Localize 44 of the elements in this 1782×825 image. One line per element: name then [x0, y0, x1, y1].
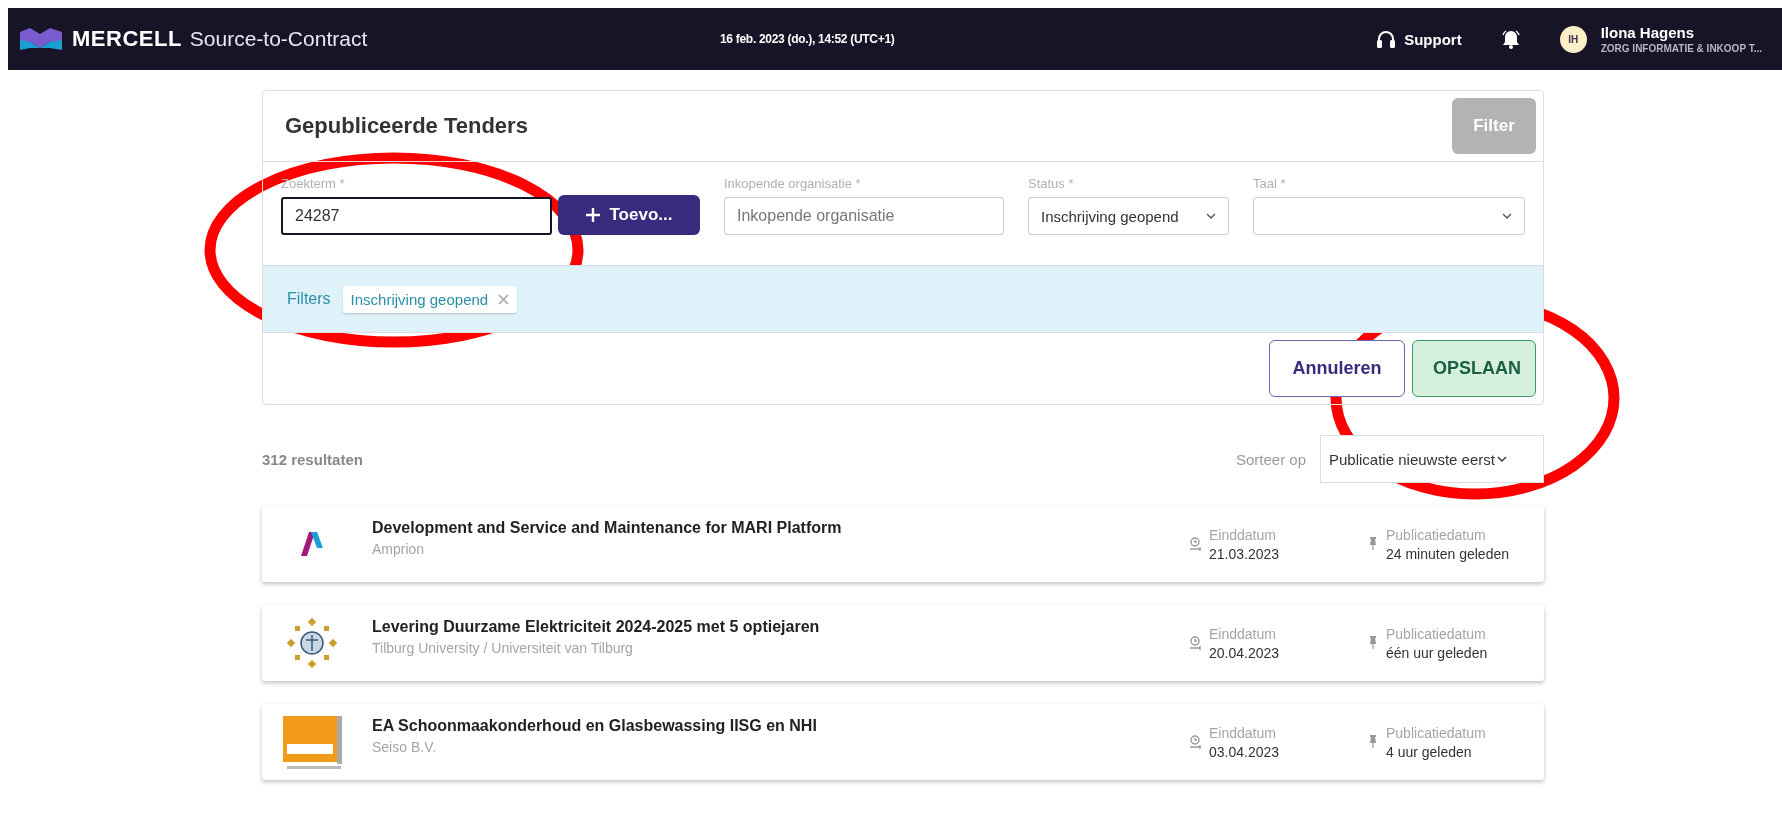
organisation-name: Tilburg University / Universiteit van Tilburg	[372, 640, 634, 656]
product-name: Source-to-Contract	[189, 27, 368, 51]
date-label: Einddatum	[1209, 526, 1277, 543]
organisation-name: Seiso B.V.	[372, 739, 438, 755]
result-card[interactable]: EA Schoonmaakonderhoud en Glasbewassing IISG en NHI Seiso B.V. Einddatum 03.04.2023 Publicatiedatum 4 uur geleden	[262, 704, 1544, 780]
sort-dropdown[interactable]: Publicatie nieuwste eerst	[1320, 435, 1544, 483]
field-label: Inkopende organisatie *	[724, 176, 862, 191]
date-value: één uur geleden	[1386, 644, 1488, 661]
date-value: 4 uur geleden	[1386, 743, 1473, 760]
date-label: Einddatum	[1209, 724, 1277, 741]
sort-label: Sorteer op	[1235, 450, 1306, 468]
brand-name: MERCELL	[72, 26, 182, 52]
cancel-button[interactable]: Annuleren	[1269, 340, 1405, 397]
field-label: Taal *	[1253, 176, 1287, 191]
user-avatar[interactable]: IH	[1559, 25, 1587, 53]
user-organisation: ZORG INFORMATIE & INKOOP T...	[1600, 43, 1762, 54]
result-card[interactable]: Levering Duurzame Elektriciteit 2024-2025 met 5 optiejaren Tilburg University / Universiteit van Tilburg Einddatum 20.04.2023 Publicatiedatum één uur geleden	[262, 605, 1544, 681]
add-button[interactable]: Toevo...	[558, 195, 700, 235]
tender-title[interactable]: Development and Service and Maintenance for MARI Platform	[372, 519, 1189, 537]
date-label: Publicatiedatum	[1386, 724, 1486, 741]
filters-label: Filters	[287, 290, 331, 308]
dropdown[interactable]: Inschrijving geopend	[1028, 197, 1229, 235]
date-value: 21.03.2023	[1209, 545, 1280, 562]
user-name: Ilona Hagens	[1600, 24, 1696, 41]
date-label: Einddatum	[1209, 625, 1277, 642]
date-value: 03.04.2023	[1209, 743, 1280, 760]
result-count: 312 resultaten	[262, 450, 363, 468]
tender-title[interactable]: Levering Duurzame Elektriciteit 2024-2025 met 5 optiejaren	[372, 618, 1189, 636]
date-label: Publicatiedatum	[1386, 526, 1487, 543]
field-label: Zoekterm *	[281, 176, 346, 191]
filter-chip[interactable]: Inschrijving geopend	[342, 285, 518, 313]
date-time: 16 feb. 2023 (do.), 14:52 (UTC+1)	[720, 32, 895, 46]
support-link[interactable]: Support	[1376, 29, 1462, 49]
input-field[interactable]: 24287	[281, 197, 552, 235]
date-value: 20.04.2023	[1209, 644, 1280, 661]
date-label: Publicatiedatum	[1386, 625, 1487, 642]
date-value: 24 minuten geleden	[1386, 545, 1509, 562]
organisation-name: Amprion	[372, 541, 426, 557]
panel-title: Gepubliceerde Tenders	[285, 113, 528, 139]
field-label: Status *	[1028, 176, 1075, 191]
tender-title[interactable]: EA Schoonmaakonderhoud en Glasbewassing IISG en NHI	[372, 717, 1189, 735]
save-button[interactable]: OPSLAAN	[1412, 340, 1536, 397]
result-card[interactable]: Development and Service and Maintenance for MARI Platform Amprion Einddatum 21.03.2023 Publicatiedatum 24 minuten geleden	[262, 506, 1544, 582]
input-field[interactable]: Inkopende organisatie	[724, 197, 1004, 235]
